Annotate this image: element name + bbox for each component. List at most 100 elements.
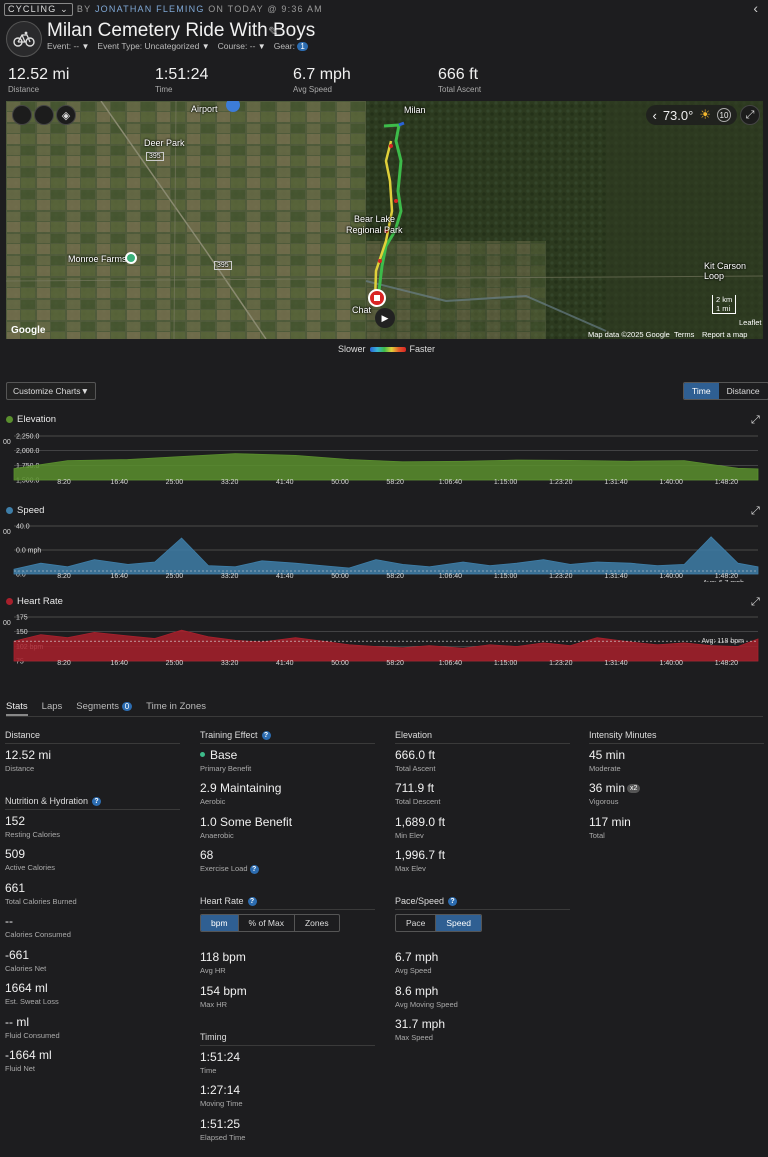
speed-button[interactable]: Speed [435,915,481,931]
info-icon[interactable]: ? [92,796,102,806]
section-title: Distance [5,730,41,740]
event-select[interactable]: Event: -- ▼ [47,41,89,51]
x-tick-label: 41:40 [276,479,294,484]
author-link[interactable]: JONATHAN FLEMING [95,4,205,14]
intensity-section-header: Intensity Minutes [589,730,764,744]
sport-select[interactable]: CYCLING ⌄ [4,2,73,16]
leaflet-attribution[interactable]: Leaflet [739,318,762,327]
activity-meta: Event: -- ▼ Event Type: Uncategorized ▼ … [47,41,308,51]
play-icon[interactable]: ▶ [375,308,395,328]
legend-gradient [369,346,406,352]
stat-total-calories: 661 Total Calories Burned [5,881,77,906]
tab-segments-label: Segments [76,701,120,712]
info-icon[interactable]: ? [448,896,458,906]
stat-distance: 12.52 mi Distance [5,748,51,773]
map-toggle-button[interactable] [34,105,54,125]
weather-widget[interactable]: ‹ 73.0° ☀ 10 [646,105,737,125]
stat-label: Avg HR [200,966,226,975]
stat-avg-moving-speed: 8.6 mph Avg Moving Speed [395,984,458,1009]
end-marker-icon[interactable] [368,289,386,307]
stat-max-hr: 154 bpm Max HR [200,984,247,1009]
x-tick-label: 1:31:40 [604,660,627,667]
map-toggle-button[interactable] [12,105,32,125]
stat-value: 1:27:14 [200,1083,241,1097]
heart-rate-chart[interactable]: 175150102 bpm75008:2016:4025:0033:2041:4… [0,610,768,668]
series-area[interactable] [13,536,759,575]
stat-value: 12.52 mi [5,748,52,762]
speed-chart[interactable]: 40.00.0 mph0.0008:20 16:40 25:00 33:20 41:40… [0,519,768,582]
nutrition-section-header: Nutrition & Hydration? [5,796,180,810]
map-label-milan: Milan [404,105,426,115]
hr-zones-button[interactable]: Zones [293,915,339,931]
stat-value: 118 bpm [200,950,246,964]
chevron-left-icon[interactable]: ‹ [652,108,656,123]
distance-section-header: Distance [5,730,180,744]
stat-value: -1664 ml [5,1048,52,1062]
x-tick-label: 50:00 [331,660,349,667]
stat-label: Avg Speed [395,966,432,975]
distance-axis-button[interactable]: Distance [719,383,768,399]
map-scale: 2 km 1 mi [712,295,737,314]
tab-segments[interactable]: Segments 0 [76,701,133,716]
summary-label: Distance [8,85,40,94]
route-map[interactable]: ◈ ‹ 73.0° ☀ 10 ⤢ Milan Airport Deer Park… [6,101,763,339]
stat-value: -661 [5,948,30,962]
info-icon[interactable]: ? [249,865,259,874]
pace-button[interactable]: Pace [396,915,435,931]
info-icon[interactable]: ? [247,896,257,906]
elevation-chart[interactable]: 2,250.02,000.01,750.01,500.0008:2016:402… [0,428,768,484]
pace-speed-toggle: Pace Speed [395,914,482,932]
training-effect-section-header: Training Effect? [200,730,375,744]
highway-shield: 395 [214,261,232,270]
x-tick-label: 1:48:20 [715,660,738,667]
stat-time: 1:51:24 Time [200,1050,240,1075]
series-area[interactable] [13,629,759,662]
x-tick-label: 16:40 [110,573,128,580]
summary-value: 1:51:24 [155,66,209,83]
layers-icon[interactable]: ◈ [56,105,76,125]
fullscreen-icon[interactable]: ⤢ [740,105,760,125]
stat-elapsed-time: 1:51:25 Elapsed Time [200,1117,245,1142]
edit-pencil-icon[interactable]: ✎ [268,24,279,40]
x-tick-label: 33:20 [221,660,239,667]
stat-value: 117 min [589,815,631,829]
x-tick-label: 25:00 [166,660,184,667]
highway-shield: 395 [146,152,164,161]
summary-time: 1:51:24 Time [155,66,208,94]
series-area[interactable] [13,453,759,481]
stat-label: Anaerobic [200,831,234,840]
course-select[interactable]: Course: -- ▼ [218,41,266,51]
summary-label: Time [155,85,173,94]
event-type-select[interactable]: Event Type: Uncategorized ▼ [97,41,209,51]
time-axis-button[interactable]: Time [684,383,719,399]
x-tick-label: 1:06:40 [439,573,462,580]
activity-breadcrumb: CYCLING ⌄ BY JONATHAN FLEMING ON TODAY @… [4,2,323,16]
tab-time-in-zones[interactable]: Time in Zones [146,701,206,716]
summary-total-ascent: 666 ft Total Ascent [438,66,481,94]
gear-label: Gear: [273,41,295,51]
caret-down-icon: ▼ [81,42,90,51]
customize-charts-button[interactable]: Customize Charts▼ [6,382,96,400]
info-icon[interactable]: ? [261,730,271,740]
expand-chart-icon[interactable]: ⤢ [751,414,760,427]
tab-stats[interactable]: Stats [6,701,28,716]
sun-icon: ☀ [699,107,711,122]
stat-value: 509 [5,847,26,861]
chart-title-label: Heart Rate [17,596,63,607]
average-label: Avg: 6.7 mph [703,580,744,582]
x-tick-label: 41:40 [276,573,294,580]
stat-moving-time: 1:27:14 Moving Time [200,1083,243,1108]
stat-calories-consumed: -- Calories Consumed [5,914,71,939]
map-label-bear-lake: Bear Lake [354,214,396,224]
tab-laps[interactable]: Laps [42,701,63,716]
stat-label: Exercise Load [200,864,248,873]
x-tick-label: 8:20 [57,573,71,580]
expand-chart-icon[interactable]: ⤢ [751,505,760,518]
expand-chart-icon[interactable]: ⤢ [751,596,760,609]
collapse-chevron-icon[interactable]: ‹ [753,0,758,16]
gear-select[interactable]: Gear: 1 [274,41,308,51]
hr-bpm-button[interactable]: bpm [201,915,238,931]
report-map-error-link[interactable]: Report a map error [702,330,763,339]
hr-percent-max-button[interactable]: % of Max [237,915,294,931]
map-terms-link[interactable]: Terms [674,330,694,339]
